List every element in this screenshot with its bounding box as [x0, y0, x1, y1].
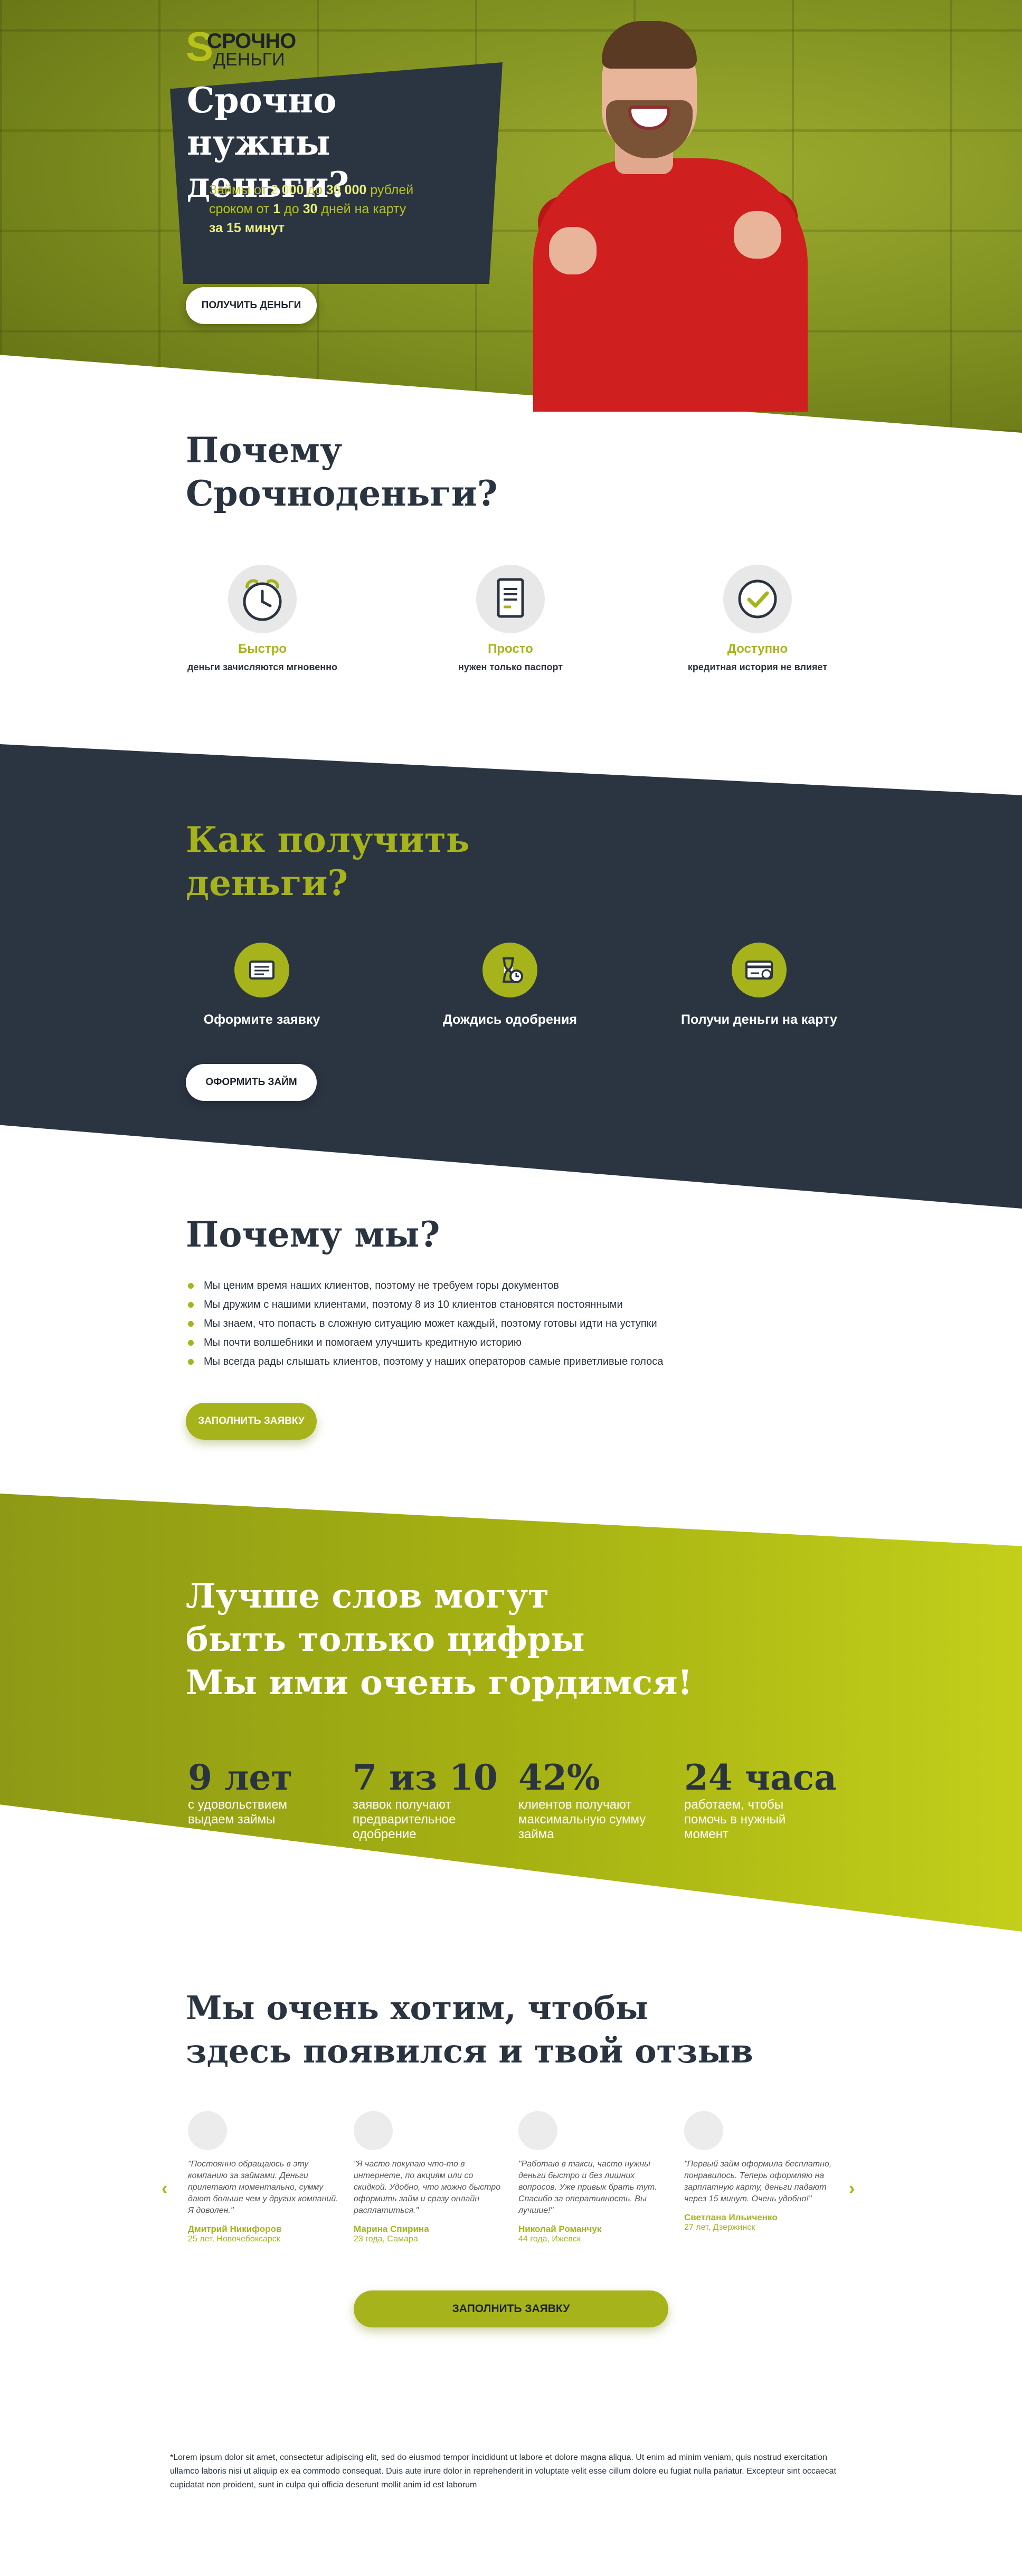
- days-to: 30: [302, 202, 318, 216]
- term-minutes: за 15 минут: [209, 221, 285, 235]
- step-apply: Оформите заявку: [146, 943, 378, 1028]
- review-text: "Я часто покупаю что-то в интернете, по …: [354, 2160, 501, 2215]
- logo-line2: ДЕНЬГИ: [213, 50, 285, 70]
- hourglass-icon: [503, 957, 523, 983]
- hero-photo-man: [523, 0, 808, 412]
- step-label: Дождись одобрения: [443, 1012, 577, 1027]
- stat-max-sum: 42% клиентов получают максимальную сумму…: [518, 1757, 677, 1842]
- stat-label: работаем, чтобы помочь в нужный момент: [684, 1798, 786, 1841]
- review-author: Николай Романчук: [518, 2224, 602, 2234]
- apply-loan-button[interactable]: ОФОРМИТЬ ЗАЙМ: [186, 1064, 317, 1101]
- feature-desc: нужен только паспорт: [458, 662, 563, 672]
- stat-value: 42%: [518, 1757, 600, 1798]
- step-label: Оформите заявку: [203, 1012, 320, 1027]
- list-item: Мы знаем, что попасть в сложную ситуацию…: [186, 1314, 819, 1333]
- review-author: Дмитрий Никифоров: [188, 2224, 282, 2234]
- avatar: [518, 2111, 557, 2150]
- feature-title: Просто: [488, 642, 533, 656]
- avatar: [354, 2111, 393, 2150]
- list-item: Мы всегда рады слышать клиентов, поэтому…: [186, 1352, 819, 1371]
- avatar: [684, 2111, 723, 2150]
- stat-label: клиентов получают максимальную сумму зай…: [518, 1798, 646, 1841]
- review-author: Светлана Ильиченко: [684, 2212, 778, 2222]
- stat-value: 9 лет: [188, 1757, 293, 1798]
- step-wait: Дождись одобрения: [394, 943, 626, 1028]
- stat-value: 7 из 10: [353, 1757, 498, 1798]
- feature-title: Быстро: [238, 642, 287, 656]
- hero-background: [0, 0, 1022, 433]
- how-title: Как получить деньги?: [186, 819, 470, 904]
- red-sweater: [533, 158, 808, 412]
- review-text: "Первый займ оформила бесплатно, понрави…: [684, 2160, 832, 2203]
- review-author: Марина Спирина: [354, 2224, 429, 2234]
- hero-section: S СРОЧНО ДЕНЬГИ Срочно нужны деньги? Зай…: [0, 0, 1022, 433]
- stats-section-background: [0, 1494, 1022, 1932]
- feature-available: Доступно кредитная история не влияет: [652, 565, 863, 674]
- alarm-clock-icon: [243, 579, 282, 621]
- stat-hours: 24 часа работаем, чтобы помочь в нужный …: [684, 1757, 843, 1842]
- review-card: "Работаю в такси, часто нужны деньги быс…: [518, 2111, 671, 2244]
- hero-subtitle: Займы от 2 000 до 30 000 рублей сроком о…: [209, 183, 414, 235]
- avatar: [188, 2111, 227, 2150]
- review-meta: 25 лет, Новочебоксарск: [188, 2235, 280, 2244]
- review-card: "Я часто покупаю что-то в интернете, по …: [354, 2111, 507, 2244]
- checkmark-icon: [738, 579, 777, 619]
- carousel-next-arrow-icon[interactable]: ›: [849, 2179, 855, 2199]
- review-card: "Постоянно обращаюсь в эту компанию за з…: [188, 2111, 341, 2244]
- footer-disclaimer: *Lorem ipsum dolor sit amet, consectetur…: [170, 2453, 837, 2489]
- brand-logo[interactable]: S СРОЧНО ДЕНЬГИ: [186, 26, 313, 70]
- why-us-title: Почему мы?: [186, 1214, 440, 1255]
- stat-years: 9 лет с удовольствием выдаем займы: [188, 1757, 346, 1827]
- stat-label: с удовольствием выдаем займы: [188, 1798, 288, 1827]
- step-receive: Получи деньги на карту: [643, 943, 875, 1028]
- stat-label: заявок получают предварительное одобрени…: [353, 1798, 456, 1841]
- feature-fast: Быстро деньги зачисляются мгновенно: [157, 565, 368, 674]
- card-icon: [745, 961, 773, 980]
- feature-simple: Просто нужен только паспорт: [405, 565, 616, 674]
- review-meta: 44 года, Ижевск: [518, 2235, 581, 2244]
- feature-desc: деньги зачисляются мгновенно: [187, 662, 337, 672]
- document-icon: [497, 578, 524, 618]
- list-item: Мы дружим с нашими клиентами, поэтому 8 …: [186, 1295, 819, 1314]
- list-item: Мы почти волшебники и помогаем улучшить …: [186, 1333, 819, 1352]
- review-meta: 23 года, Самара: [354, 2235, 418, 2244]
- review-card: "Первый займ оформила бесплатно, понрави…: [684, 2111, 837, 2232]
- feature-desc: кредитная история не влияет: [687, 662, 828, 672]
- review-text: "Работаю в такси, часто нужны деньги быс…: [518, 2160, 657, 2215]
- application-form-icon: [249, 961, 275, 980]
- fill-application-button[interactable]: ЗАПОЛНИТЬ ЗАЯВКУ: [186, 1403, 317, 1440]
- amount-to: 30 000: [326, 183, 367, 197]
- stat-approval: 7 из 10 заявок получают предварительное …: [353, 1757, 511, 1842]
- feature-title: Доступно: [727, 642, 788, 656]
- stat-value: 24 часа: [684, 1757, 837, 1798]
- amount-from: 2 000: [270, 183, 304, 197]
- review-meta: 27 лет, Дзержинск: [684, 2223, 755, 2232]
- get-money-button[interactable]: ПОЛУЧИТЬ ДЕНЬГИ: [186, 287, 317, 324]
- stats-title: Лучше слов могут быть только цифры Мы им…: [186, 1576, 693, 1703]
- why-brand-title: Почему Срочноденьги?: [186, 430, 498, 514]
- review-text: "Постоянно обращаюсь в эту компанию за з…: [188, 2160, 338, 2215]
- fill-application-button-bottom[interactable]: ЗАПОЛНИТЬ ЗАЯВКУ: [354, 2290, 668, 2327]
- list-item: Мы ценим время наших клиентов, поэтому н…: [186, 1276, 819, 1295]
- step-label: Получи деньги на карту: [681, 1012, 837, 1027]
- why-us-list: Мы ценим время наших клиентов, поэтому н…: [186, 1276, 819, 1371]
- carousel-prev-arrow-icon[interactable]: ‹: [162, 2179, 167, 2199]
- days-from: 1: [273, 202, 281, 216]
- reviews-title: Мы очень хотим, чтобы здесь появился и т…: [186, 1989, 753, 2070]
